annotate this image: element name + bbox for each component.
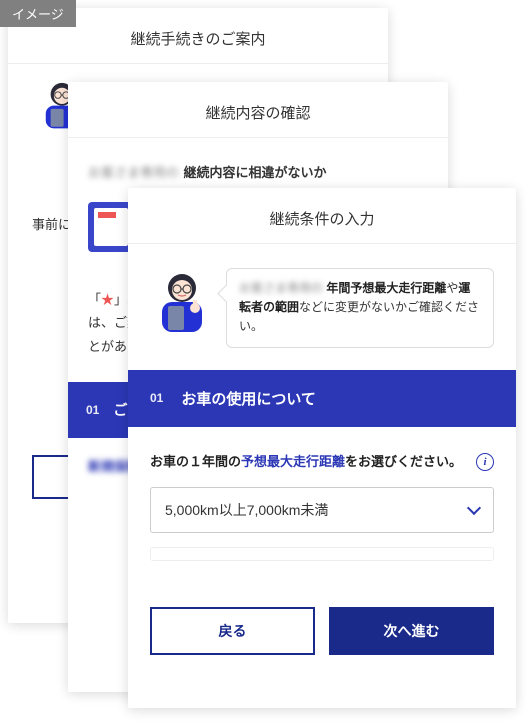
section-number: 01 <box>150 391 163 405</box>
blurred-text: お客さま専用の <box>88 165 179 180</box>
back-button[interactable]: 戻る <box>150 607 315 655</box>
card-input: 継続条件の入力 お客さま専用の 年間予想最大走行距離 <box>128 188 516 708</box>
next-button[interactable]: 次へ進む <box>329 607 494 655</box>
mileage-select[interactable]: 5,000km以上7,000km未満 <box>150 487 494 533</box>
section-band: 01 お車の使用について <box>128 370 516 427</box>
info-icon[interactable]: i <box>476 453 494 471</box>
operator-avatar <box>150 268 214 332</box>
operator-speech: お客さま専用の 年間予想最大走行距離や運転者の範囲などに変更がないかご確認くださ… <box>150 268 494 348</box>
select-value: 5,000km以上7,000km未満 <box>165 500 328 520</box>
chevron-down-icon <box>467 501 481 515</box>
card-confirm-title: 継続内容の確認 <box>68 82 448 138</box>
section-title: お車の使用について <box>181 388 316 409</box>
card-input-title: 継続条件の入力 <box>128 188 516 244</box>
speech-bubble: お客さま専用の 年間予想最大走行距離や運転者の範囲などに変更がないかご確認くださ… <box>226 268 494 348</box>
question-text: お車の１年間の予想最大走行距離をお選びください。 <box>150 451 466 473</box>
confirm-text-fragment: 継続内容に相違がないか <box>183 165 326 180</box>
next-field-peek <box>150 547 494 561</box>
image-badge: イメージ <box>0 0 76 27</box>
